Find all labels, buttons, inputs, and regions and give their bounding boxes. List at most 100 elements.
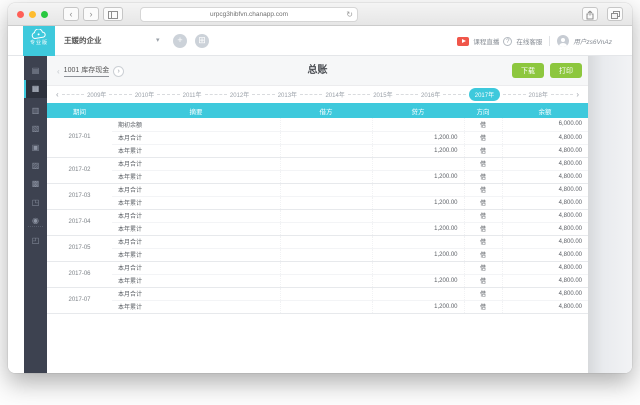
reload-icon[interactable]: ↻ [346,10,353,19]
table-row: 本年累计1,200.00借4,800.00 [47,300,588,313]
debit-cell [280,157,372,170]
balance-cell: 4,800.00 [502,196,588,209]
summary-cell: 本年累计 [112,300,280,313]
app-logo[interactable]: 专业版 [23,26,55,56]
chevron-down-icon[interactable]: ▾ [156,26,160,56]
reports-chart-icon: ▥ [32,106,40,115]
balance-cell: 4,800.00 [502,248,588,261]
direction-cell: 借 [464,157,502,170]
credit-cell: 1,200.00 [372,248,464,261]
address-bar[interactable]: urpcg3hibfvn.chanapp.com ↻ [140,7,358,22]
debit-cell [280,235,372,248]
column-header-0: 期间 [47,103,112,118]
direction-cell: 借 [464,248,502,261]
sidebar-item-fixed-assets[interactable]: ◳ [24,194,47,212]
sidebar-item-funds[interactable]: ▣ [24,139,47,157]
balance-cell: 4,800.00 [502,144,588,157]
summary-cell: 期初余额 [112,118,280,131]
content-area: ‹ 1001 库存现金 › 总账 下载 打印 ‹ 2009年2010年2011年… [47,56,588,373]
company-name[interactable]: 王媛的企业 [64,26,102,56]
minimize-window-button[interactable] [29,11,36,18]
year-item-2015[interactable]: 2015年 [373,90,392,99]
print-button[interactable]: 打印 [550,63,582,78]
main-area: ▤▦▥▧▣▨▩◳◉◰ ‹ 1001 库存现金 › 总账 下载 打印 ‹ 2009… [8,56,632,373]
table-row: 本月合计1,200.00借4,800.00 [47,131,588,144]
summary-cell: 本月合计 [112,235,280,248]
debit-cell [280,170,372,183]
balance-cell: 4,800.00 [502,183,588,196]
sidebar-item-salary[interactable]: ▩ [24,175,47,193]
table-row: 2017-07本月合计借4,800.00 [47,287,588,300]
timeline-dash [551,94,573,95]
zoom-window-button[interactable] [41,11,48,18]
browser-sidebar-toggle-button[interactable] [103,7,123,21]
close-window-button[interactable] [17,11,24,18]
year-item-2016[interactable]: 2016年 [421,90,440,99]
year-item-2011[interactable]: 2011年 [183,90,202,99]
timeline-dash [157,94,179,95]
debit-cell [280,183,372,196]
tab-overview-button[interactable] [607,7,623,21]
promo-gift-icon: ◰ [32,236,40,245]
credit-cell [372,235,464,248]
browser-back-button[interactable]: ‹ [63,7,79,21]
sidebar-item-ledger[interactable]: ▦ [24,80,47,98]
summary-cell: 本年累计 [112,274,280,287]
sidebar-item-voucher[interactable]: ▤ [24,62,47,80]
balance-cell: 4,800.00 [502,261,588,274]
year-item-2014[interactable]: 2014年 [325,90,344,99]
summary-cell: 本年累计 [112,144,280,157]
invoice-icon: ▨ [32,161,40,170]
period-cell: 2017-07 [47,287,112,313]
sidebar-item-settings-gear[interactable]: ◉ [24,212,47,230]
apps-grid-button[interactable]: ⊞ [195,34,209,48]
download-button[interactable]: 下载 [512,63,544,78]
online-support-link[interactable]: 在线客服 [516,36,542,46]
summary-cell: 本月合计 [112,287,280,300]
sidebar-item-reports-chart[interactable]: ▥ [24,102,47,120]
help-question-icon: ? [503,37,512,46]
browser-forward-button[interactable]: › [83,7,99,21]
username[interactable]: 用户zs6VnAz [573,36,612,46]
sidebar-item-checkout[interactable]: ▧ [24,120,47,138]
settings-gear-icon: ◉ [32,216,39,225]
column-header-4: 方向 [464,103,502,118]
page-title: 总账 [47,56,588,86]
sidebar-item-invoice[interactable]: ▨ [24,157,47,175]
direction-cell: 借 [464,209,502,222]
sidebar-item-promo-gift[interactable]: ◰ [24,232,47,250]
voucher-icon: ▤ [32,66,40,75]
timeline-dash [300,94,322,95]
timeline-dash [205,94,227,95]
credit-cell: 1,200.00 [372,300,464,313]
year-item-2018[interactable]: 2018年 [529,90,548,99]
direction-cell: 借 [464,131,502,144]
period-cell: 2017-01 [47,118,112,157]
year-item-2009[interactable]: 2009年 [87,90,106,99]
share-button[interactable] [582,7,598,21]
debit-cell [280,261,372,274]
avatar[interactable] [557,35,569,47]
live-broadcast-link[interactable]: 课程直播 [473,36,499,46]
direction-cell: 借 [464,287,502,300]
add-button[interactable]: + [173,34,187,48]
year-item-2013[interactable]: 2013年 [278,90,297,99]
credit-cell: 1,200.00 [372,131,464,144]
timeline-dash [443,94,465,95]
sidebar-divider [28,226,43,227]
year-item-2017[interactable]: 2017年 [469,88,500,101]
debit-cell [280,196,372,209]
direction-cell: 借 [464,261,502,274]
period-cell: 2017-05 [47,235,112,261]
direction-cell: 借 [464,235,502,248]
year-item-2010[interactable]: 2010年 [135,90,154,99]
timeline-next-icon[interactable]: › [576,90,579,99]
year-item-2012[interactable]: 2012年 [230,90,249,99]
table-row: 2017-02本月合计借4,800.00 [47,157,588,170]
ledger-icon: ▦ [32,84,40,93]
period-cell: 2017-04 [47,209,112,235]
year-timeline: ‹ 2009年2010年2011年2012年2013年2014年2015年201… [47,86,588,103]
credit-cell [372,209,464,222]
direction-cell: 借 [464,274,502,287]
scrollbar-track[interactable] [588,56,632,373]
